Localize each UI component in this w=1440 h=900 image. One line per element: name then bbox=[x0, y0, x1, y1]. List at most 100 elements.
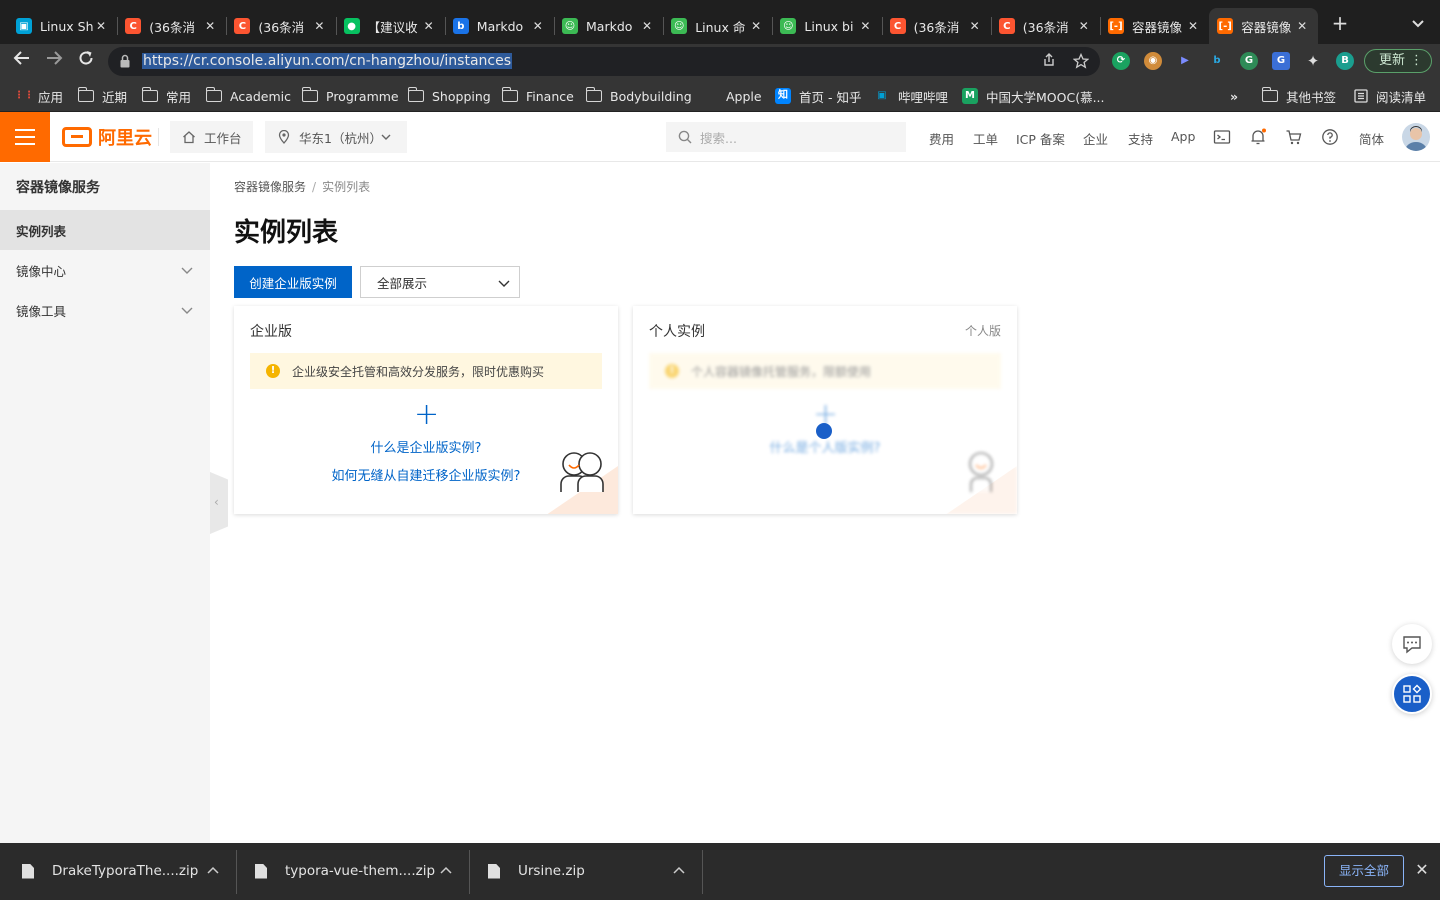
browser-tab[interactable]: ☺ Linux 命 ✕ bbox=[663, 8, 772, 44]
browser-tab[interactable]: ▣ Linux Sh ✕ bbox=[8, 8, 117, 44]
bookmark-item[interactable]: M 中国大学MOOC(慕... bbox=[962, 86, 1105, 106]
nav-enterprise[interactable]: 企业 bbox=[1083, 129, 1108, 148]
add-instance-plus-icon[interactable]: + bbox=[414, 400, 439, 430]
browser-tab[interactable]: C (36条消 ✕ bbox=[117, 8, 226, 44]
bookmark-item[interactable]: Shopping bbox=[407, 86, 491, 106]
extensions-puzzle-icon[interactable]: ✦ bbox=[1304, 52, 1322, 70]
tab-close-icon[interactable]: ✕ bbox=[639, 19, 655, 33]
tab-close-icon[interactable]: ✕ bbox=[311, 19, 327, 33]
aliyun-logo[interactable]: 阿里云 bbox=[62, 125, 152, 149]
sidebar-item-instances[interactable]: 实例列表 bbox=[0, 210, 210, 250]
tab-close-icon[interactable]: ✕ bbox=[93, 19, 109, 33]
chevron-down-icon bbox=[181, 267, 193, 274]
chevron-up-icon[interactable] bbox=[439, 864, 453, 878]
console-search-input[interactable]: 搜索... bbox=[666, 122, 906, 152]
nav-tickets[interactable]: 工单 bbox=[973, 129, 998, 148]
bookmark-item[interactable]: ⋮⋮ 应用 bbox=[14, 86, 63, 106]
nav-billing[interactable]: 费用 bbox=[929, 129, 954, 148]
bing-extension-icon[interactable]: b bbox=[1208, 52, 1226, 70]
tab-close-icon[interactable]: ✕ bbox=[1294, 19, 1310, 33]
bookmark-item[interactable]: 常用 bbox=[141, 86, 191, 106]
workbench-button[interactable]: 工作台 bbox=[170, 121, 253, 153]
nav-icp[interactable]: ICP 备案 bbox=[1016, 129, 1065, 148]
browser-tab[interactable]: b Markdo ✕ bbox=[445, 8, 554, 44]
download-item[interactable]: typora-vue-them....zip bbox=[255, 852, 435, 890]
download-item[interactable]: DrakeTyporaThe....zip bbox=[22, 852, 198, 890]
bookmark-item[interactable]: 近期 bbox=[77, 86, 127, 106]
nav-support[interactable]: 支持 bbox=[1128, 129, 1153, 148]
create-enterprise-instance-button[interactable]: 创建企业版实例 bbox=[234, 266, 352, 298]
tab-close-icon[interactable]: ✕ bbox=[1185, 19, 1201, 33]
chevron-up-icon[interactable] bbox=[672, 864, 686, 878]
profile-avatar[interactable]: B bbox=[1336, 52, 1354, 70]
tab-search-icon[interactable] bbox=[1408, 14, 1428, 34]
enterprise-instance-card[interactable]: 企业版 ! 企业级安全托管和高效分发服务，限时优惠购买 + 什么是企业版实例? … bbox=[234, 306, 618, 514]
new-tab-button[interactable]: + bbox=[1330, 13, 1350, 34]
other-bookmarks-folder[interactable]: 其他书签 bbox=[1261, 86, 1336, 106]
nav-app[interactable]: App bbox=[1171, 129, 1195, 144]
instance-filter-select[interactable]: 全部展示 bbox=[360, 266, 520, 298]
sidebar-item-image-tools[interactable]: 镜像工具 bbox=[0, 290, 210, 330]
tab-close-icon[interactable]: ✕ bbox=[967, 19, 983, 33]
reading-list-button[interactable]: 阅读清单 bbox=[1354, 86, 1426, 106]
bookmark-item[interactable]: 知首页 - 知乎 bbox=[775, 86, 861, 106]
browser-tab[interactable]: ● 【建议收 ✕ bbox=[336, 8, 445, 44]
cursor-extension-icon[interactable]: ▶ bbox=[1176, 52, 1194, 70]
show-all-downloads-button[interactable]: 显示全部 bbox=[1324, 855, 1404, 887]
user-avatar[interactable] bbox=[1402, 123, 1430, 151]
bookmark-item[interactable]: Programme bbox=[301, 86, 399, 106]
personal-instance-card[interactable]: 个人实例 个人版 ! 个人容器镜像托管服务，限额使用 + 什么是个人版实例? bbox=[633, 306, 1017, 514]
quick-apps-button[interactable] bbox=[1392, 674, 1432, 714]
url-text[interactable]: https://cr.console.aliyun.com/cn-hangzho… bbox=[142, 53, 513, 69]
translate-extension-icon[interactable]: G bbox=[1272, 52, 1290, 70]
help-icon[interactable] bbox=[1321, 128, 1339, 146]
back-button[interactable] bbox=[10, 49, 34, 73]
cart-icon[interactable] bbox=[1285, 128, 1303, 146]
menu-hamburger-icon[interactable] bbox=[0, 112, 50, 162]
kebab-menu-icon[interactable]: ⋮ bbox=[1410, 50, 1423, 72]
reading-list-icon bbox=[1354, 89, 1368, 103]
sidebar-collapse-handle[interactable]: ‹ bbox=[210, 472, 228, 534]
bookmark-item[interactable]: Academic bbox=[205, 86, 291, 106]
browser-tab[interactable]: C (36条消 ✕ bbox=[226, 8, 335, 44]
language-switch[interactable]: 简体 bbox=[1359, 129, 1384, 148]
browser-tab[interactable]: [-] 容器镜像 ✕ bbox=[1100, 8, 1209, 44]
tab-close-icon[interactable]: ✕ bbox=[748, 19, 764, 33]
download-item[interactable]: Ursine.zip bbox=[488, 852, 585, 890]
close-icon[interactable]: ✕ bbox=[1413, 861, 1431, 879]
browser-tab[interactable]: C (36条消 ✕ bbox=[882, 8, 991, 44]
browser-tab[interactable]: ☺ Markdo ✕ bbox=[554, 8, 663, 44]
address-bar[interactable]: https://cr.console.aliyun.com/cn-hangzho… bbox=[108, 47, 1100, 76]
share-icon[interactable] bbox=[1040, 53, 1058, 71]
tab-close-icon[interactable]: ✕ bbox=[202, 19, 218, 33]
feedback-chat-button[interactable] bbox=[1392, 624, 1432, 664]
sync-extension-icon[interactable]: ⟳ bbox=[1112, 52, 1130, 70]
tab-close-icon[interactable]: ✕ bbox=[1076, 19, 1092, 33]
owl-extension-icon[interactable]: ◉ bbox=[1144, 52, 1162, 70]
bookmark-item[interactable]: ▣ 哔哩哔哩 bbox=[874, 86, 948, 106]
zhihu-icon: 知 bbox=[775, 88, 791, 104]
region-selector[interactable]: 华东1（杭州） bbox=[265, 121, 407, 153]
reload-button[interactable] bbox=[74, 49, 98, 73]
tab-close-icon[interactable]: ✕ bbox=[530, 19, 546, 33]
update-button[interactable]: 更新 ⋮ bbox=[1364, 49, 1432, 73]
forward-button[interactable] bbox=[42, 49, 66, 73]
sidebar-item-label: 实例列表 bbox=[16, 223, 67, 239]
bell-icon[interactable] bbox=[1249, 128, 1267, 146]
bookmark-item[interactable]: Finance bbox=[501, 86, 574, 106]
terminal-icon[interactable] bbox=[1213, 128, 1231, 146]
bookmark-star-icon[interactable] bbox=[1072, 52, 1090, 71]
chevron-up-icon[interactable] bbox=[206, 864, 220, 878]
sidebar-item-image-center[interactable]: 镜像中心 bbox=[0, 250, 210, 290]
breadcrumb-item-service[interactable]: 容器镜像服务 bbox=[234, 180, 306, 194]
browser-tab[interactable]: [-] 容器镜像 ✕ bbox=[1209, 8, 1319, 44]
grammarly-extension-icon[interactable]: G bbox=[1240, 52, 1258, 70]
bookmark-item[interactable]: Apple bbox=[702, 86, 762, 106]
tab-close-icon[interactable]: ✕ bbox=[421, 19, 437, 33]
tab-close-icon[interactable]: ✕ bbox=[857, 19, 873, 33]
browser-tab[interactable]: ☺ Linux bi ✕ bbox=[772, 8, 881, 44]
browser-tab[interactable]: C (36条消 ✕ bbox=[991, 8, 1100, 44]
lock-icon[interactable] bbox=[120, 54, 130, 68]
bookmarks-overflow-button[interactable]: » bbox=[1230, 86, 1238, 106]
bookmark-item[interactable]: Bodybuilding bbox=[585, 86, 692, 106]
